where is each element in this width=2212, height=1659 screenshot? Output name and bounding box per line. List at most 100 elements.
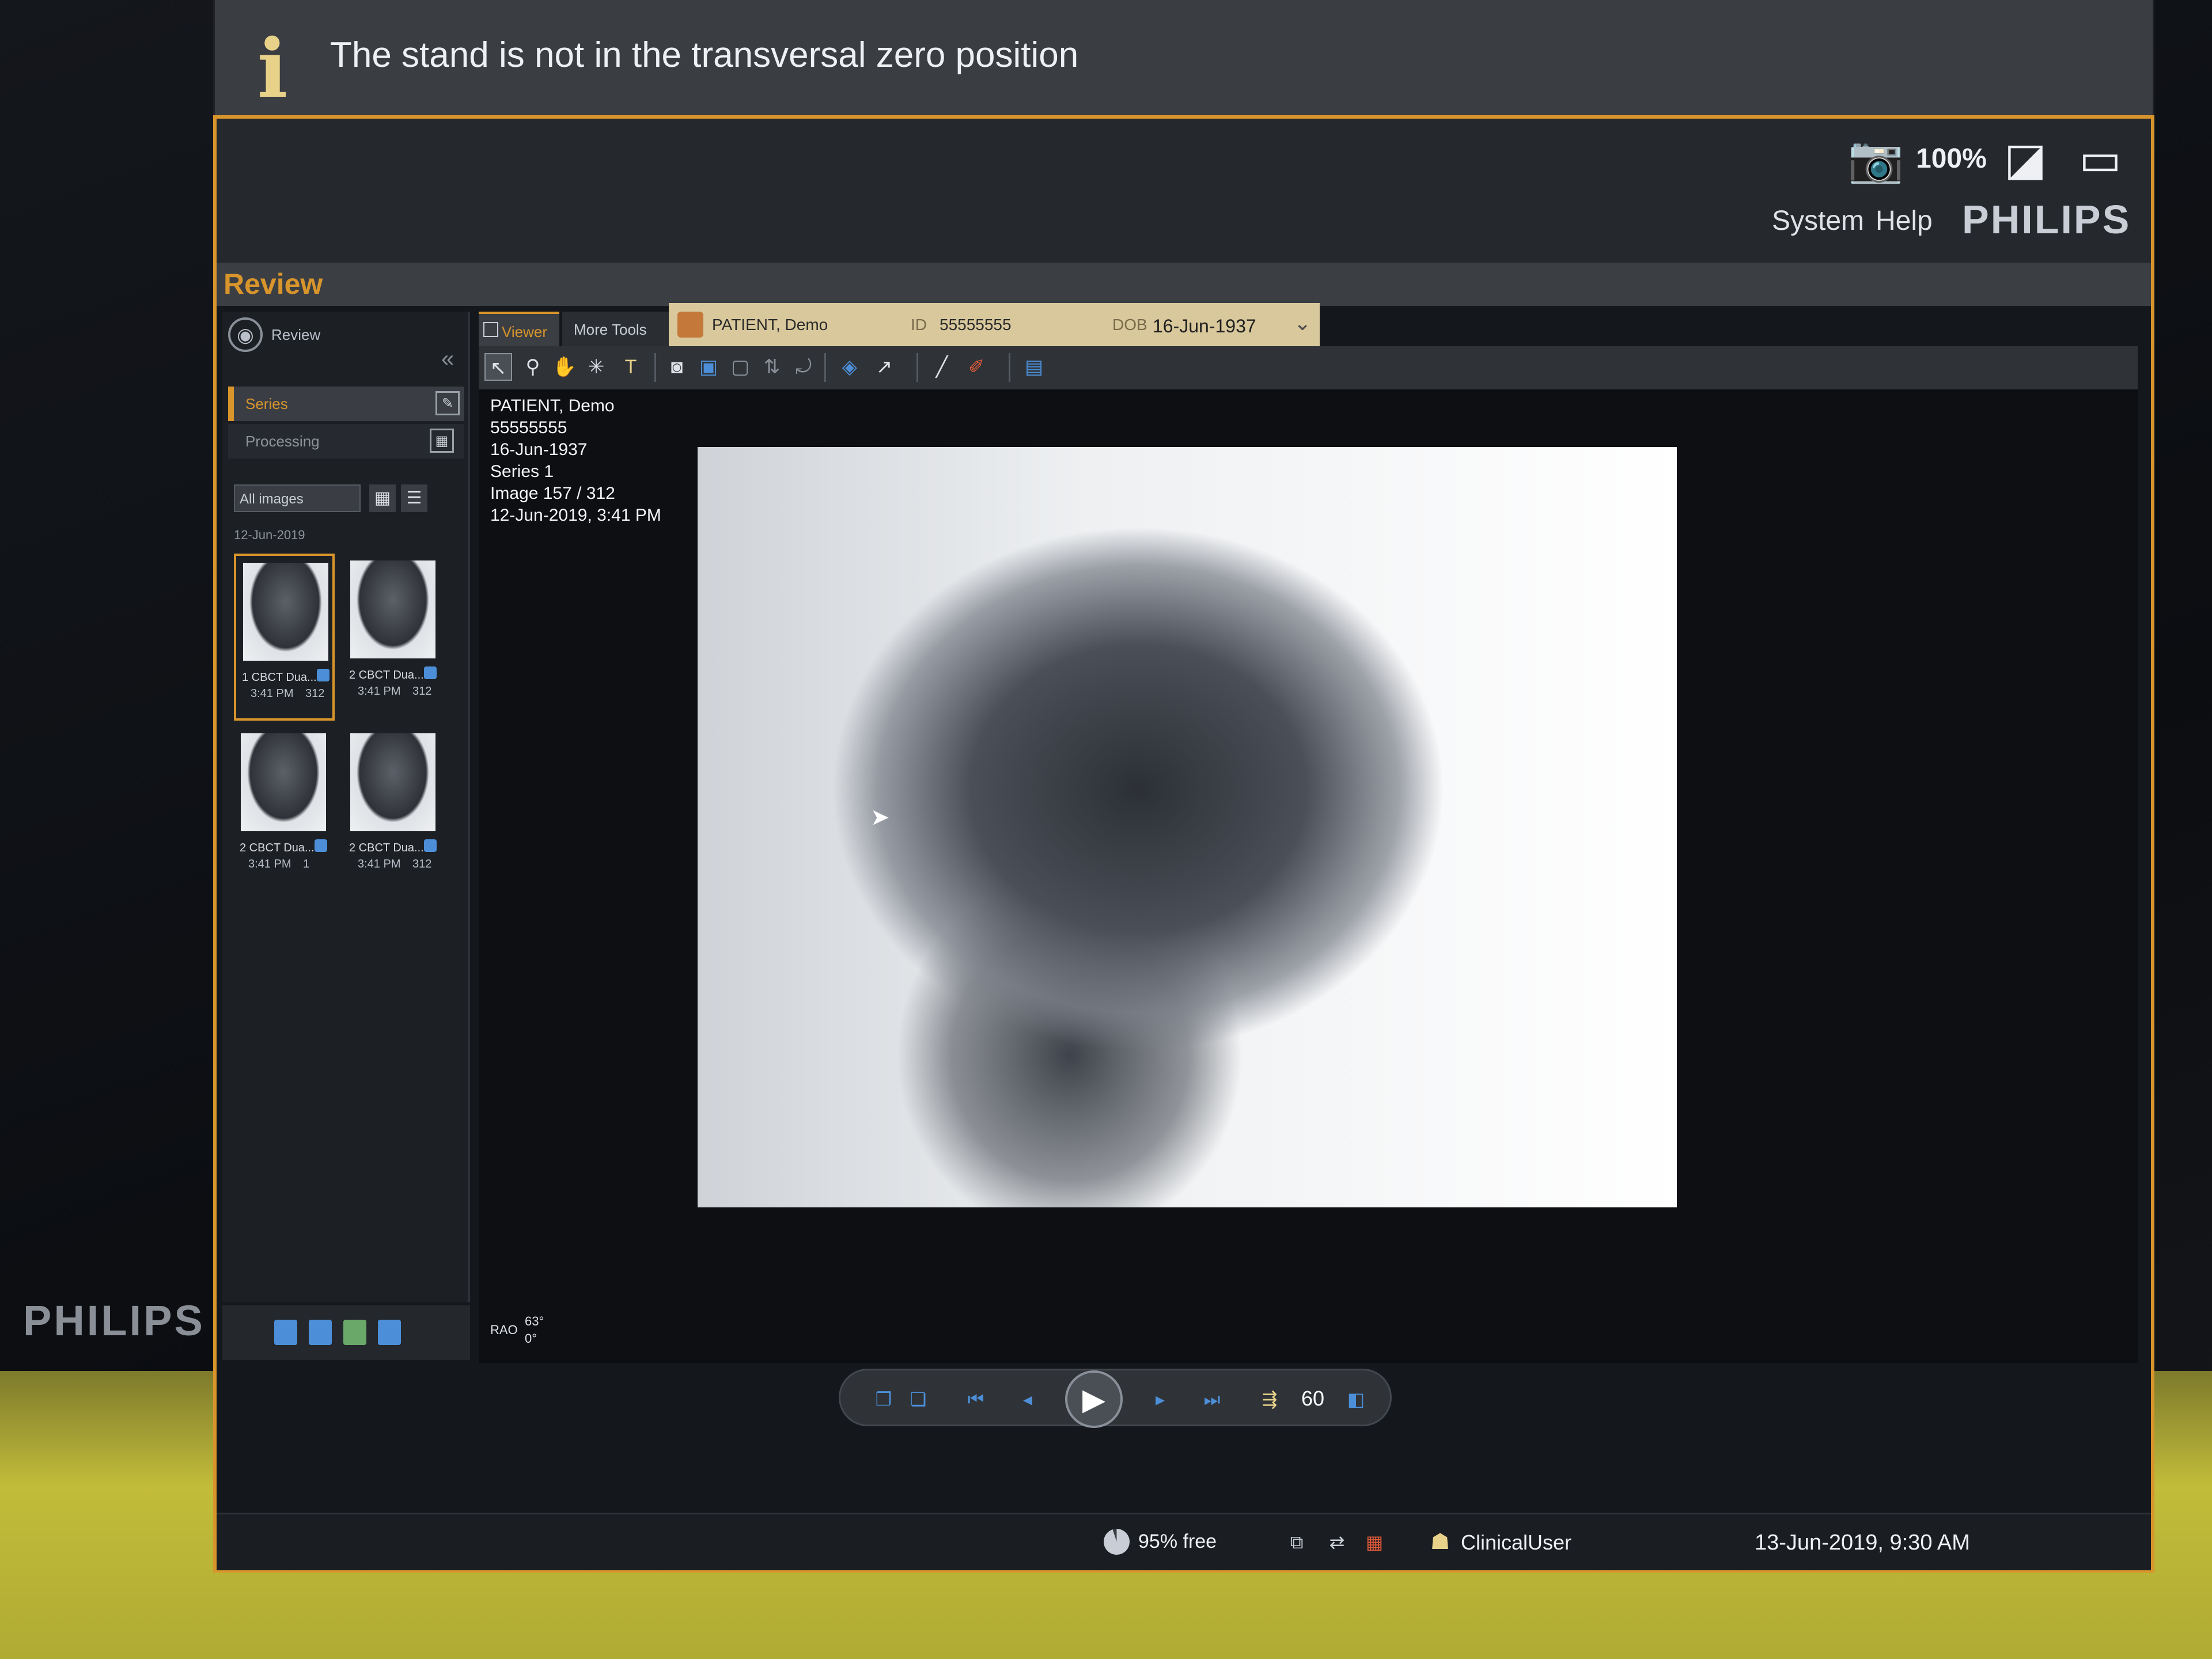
transfer-icon[interactable]: ⇄ — [1323, 1529, 1351, 1555]
layout-icon[interactable]: ▣ — [695, 353, 722, 381]
thumbnail-time: 3:41 PM — [248, 858, 291, 870]
tab-series[interactable]: Series ✎ — [228, 387, 464, 421]
notification-message: The stand is not in the transversal zero… — [330, 35, 1079, 75]
notification-bar: i The stand is not in the transversal ze… — [213, 0, 2154, 130]
thumbnail-label: 2 CBCT Dua... — [349, 669, 424, 681]
thumbnail-count: 312 — [412, 685, 432, 698]
text-annotation-icon[interactable]: T — [617, 353, 645, 381]
overlay-patient-id: 55555555 — [490, 418, 567, 437]
xray-image[interactable] — [698, 447, 1677, 1207]
pan-hand-icon[interactable]: ✋ — [551, 353, 578, 381]
adjust-icon[interactable]: ◪ — [1991, 130, 2060, 188]
ruler-icon[interactable]: ✐ — [963, 353, 990, 381]
queue-status-icon[interactable]: ▦ — [1360, 1529, 1389, 1555]
system-menu[interactable]: System — [1772, 205, 1864, 237]
snapshot-icon[interactable]: ◙ — [663, 353, 691, 381]
line-measure-icon[interactable]: ╱ — [928, 353, 956, 381]
system-datetime: 13-Jun-2019, 9:30 AM — [1755, 1531, 1970, 1555]
current-user[interactable]: ClinicalUser — [1461, 1531, 1571, 1555]
last-frame-icon[interactable]: ⏭ — [1198, 1385, 1226, 1414]
help-menu[interactable]: Help — [1876, 205, 1933, 237]
tab-viewer-label: Viewer — [502, 323, 548, 340]
window-icon[interactable]: ▭ — [2066, 130, 2135, 188]
image-viewport[interactable]: PATIENT, Demo 55555555 16-Jun-1937 Serie… — [479, 389, 2138, 1363]
zoom-icon[interactable]: ⚲ — [519, 353, 547, 381]
series-thumbnail[interactable]: 2 CBCT Dua... 3:41 PM 1 — [234, 726, 335, 893]
archive-icon[interactable] — [378, 1320, 401, 1345]
thumbnail-image — [350, 733, 435, 831]
thumbnail-time: 3:41 PM — [251, 687, 294, 700]
tab-series-label: Series — [245, 395, 288, 412]
collapse-panel-icon[interactable]: « — [441, 346, 454, 372]
series-thumbnail[interactable]: 2 CBCT Dua... 3:41 PM 312 — [343, 554, 444, 721]
play-button[interactable]: ▶ — [1065, 1370, 1123, 1428]
patient-icon — [677, 312, 703, 338]
display-mode-icon[interactable]: ▤ — [1020, 353, 1048, 381]
status-bar: 95% free ⧉ ⇄ ▦ ☗ ClinicalUser 13-Jun-201… — [217, 1513, 2151, 1570]
image-filter-value: All images — [240, 491, 304, 507]
thumbnail-image — [350, 560, 435, 658]
overlay-series: Series 1 — [490, 462, 554, 481]
toolbar-divider — [1009, 353, 1010, 382]
grid-view-icon[interactable]: ▦ — [369, 484, 396, 512]
select-pointer-icon[interactable]: ↖ — [484, 353, 512, 381]
frame-rate-icon[interactable]: ◧ — [1342, 1385, 1370, 1414]
review-nav-label[interactable]: Review — [271, 326, 320, 344]
series-type-icon — [315, 839, 327, 852]
tab-viewer[interactable]: Viewer — [479, 312, 559, 346]
processing-tab-icon: ▦ — [430, 429, 454, 453]
toolbar-divider — [824, 353, 826, 382]
copy-icon[interactable] — [309, 1320, 332, 1345]
monitor-brand-logo: PHILIPS — [23, 1297, 205, 1344]
flip-icon[interactable]: ⇅ — [758, 353, 786, 381]
user-icon[interactable]: ☗ — [1426, 1527, 1454, 1557]
zoom-100-icon[interactable]: 100% — [1916, 130, 1987, 188]
patient-id-label: ID — [911, 316, 927, 334]
orientation-label: RAO — [490, 1323, 518, 1337]
series-select-icon[interactable]: ❐ — [869, 1385, 898, 1414]
loop-mode-icon[interactable]: ⇶ — [1255, 1385, 1284, 1414]
patient-dob: 16-Jun-1937 — [1153, 316, 1256, 336]
series-compare-icon[interactable]: ❏ — [904, 1385, 933, 1414]
toolbar-divider — [654, 353, 656, 382]
philips-logo: PHILIPS — [1962, 197, 2131, 242]
next-frame-icon[interactable]: ▸ — [1146, 1385, 1175, 1414]
overlay-dob: 16-Jun-1937 — [490, 440, 588, 459]
patient-name: PATIENT, Demo — [712, 316, 828, 334]
viewer-icon — [483, 322, 498, 337]
expand-icon[interactable]: ⌄ — [1294, 311, 1311, 335]
list-view-icon[interactable]: ☰ — [401, 484, 427, 512]
series-type-icon — [317, 669, 329, 681]
network-icon[interactable]: ⧉ — [1282, 1529, 1311, 1555]
review-nav-icon[interactable]: ◉ — [228, 317, 263, 352]
playback-controls: ❐ ❏ ⏮ ◂ ▶ ▸ ⏭ ⇶ 60 ◧ — [839, 1369, 1392, 1428]
overlay-image-index: Image 157 / 312 — [490, 484, 615, 503]
export-icon[interactable] — [274, 1320, 297, 1345]
thumbnail-label: 1 CBCT Dua... — [242, 671, 317, 684]
arrow-annotation-icon[interactable]: ↗ — [870, 353, 898, 381]
tab-processing[interactable]: Processing ▦ — [228, 424, 464, 459]
roi-icon[interactable]: ◈ — [836, 353, 863, 381]
overlay-icon[interactable]: ▢ — [726, 353, 754, 381]
overlay-patient-name: PATIENT, Demo — [490, 396, 615, 415]
camera-icon[interactable]: 📷 — [1841, 130, 1910, 188]
viewer-toolbar: ↖ ⚲ ✋ ✳ T ◙ ▣ ▢ ⇅ ⤾ ◈ ↗ ╱ ✐ ▤ — [479, 346, 2138, 389]
angle-secondary: 0° — [525, 1331, 537, 1346]
rotate-icon[interactable]: ⤾ — [790, 353, 817, 381]
print-icon[interactable] — [343, 1320, 366, 1345]
thumbnail-image — [243, 563, 328, 661]
series-thumbnail[interactable]: 1 CBCT Dua... 3:41 PM 312 — [234, 554, 335, 721]
first-frame-icon[interactable]: ⏮ — [961, 1385, 990, 1414]
thumbnail-label: 2 CBCT Dua... — [349, 842, 424, 854]
image-filter-select[interactable]: All images — [234, 484, 361, 512]
tab-more-tools-label: More Tools — [574, 321, 647, 338]
previous-frame-icon[interactable]: ◂ — [1013, 1385, 1042, 1414]
contrast-icon[interactable]: ✳ — [582, 353, 610, 381]
patient-dob-label: DOB — [1112, 316, 1147, 334]
tab-processing-label: Processing — [245, 433, 320, 450]
series-thumbnail[interactable]: 2 CBCT Dua... 3:41 PM 312 — [343, 726, 444, 893]
thumbnail-count: 312 — [412, 858, 432, 870]
frame-rate-value[interactable]: 60 — [1301, 1387, 1324, 1411]
series-type-icon — [424, 839, 437, 852]
patient-banner[interactable]: PATIENT, Demo ID 55555555 DOB 16-Jun-193… — [669, 303, 1320, 346]
